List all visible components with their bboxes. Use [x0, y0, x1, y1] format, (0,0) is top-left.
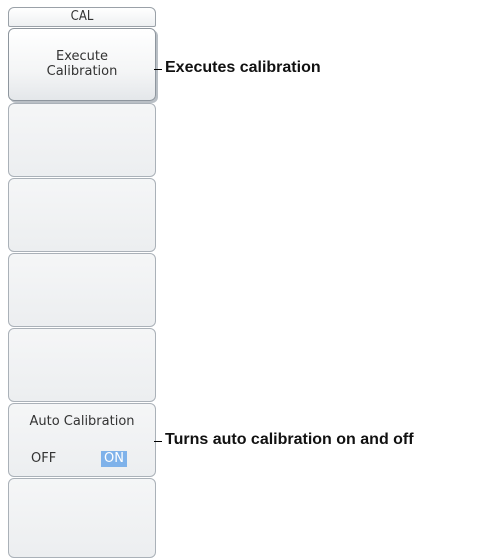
softkey-3[interactable]	[8, 178, 156, 252]
execute-calibration-label: Execute Calibration	[9, 49, 155, 79]
execute-callout: Executes calibration	[165, 59, 321, 76]
auto-leader-line	[154, 441, 162, 442]
option-on-selected: ON	[101, 451, 127, 467]
option-off: OFF	[31, 451, 57, 466]
softkey-2[interactable]	[8, 103, 156, 177]
menu-title: CAL	[8, 7, 156, 27]
execute-label-line1: Execute	[56, 49, 108, 64]
execute-calibration-button[interactable]: Execute Calibration	[8, 28, 156, 101]
execute-leader-line	[154, 69, 162, 70]
execute-label-line2: Calibration	[46, 64, 118, 79]
auto-callout: Turns auto calibration on and off	[165, 431, 414, 448]
softkey-4[interactable]	[8, 253, 156, 327]
softkey-7[interactable]	[8, 478, 156, 558]
auto-calibration-toggle[interactable]: Auto Calibration OFF ON	[8, 403, 156, 477]
auto-calibration-label: Auto Calibration	[29, 414, 135, 429]
softkey-5[interactable]	[8, 328, 156, 402]
